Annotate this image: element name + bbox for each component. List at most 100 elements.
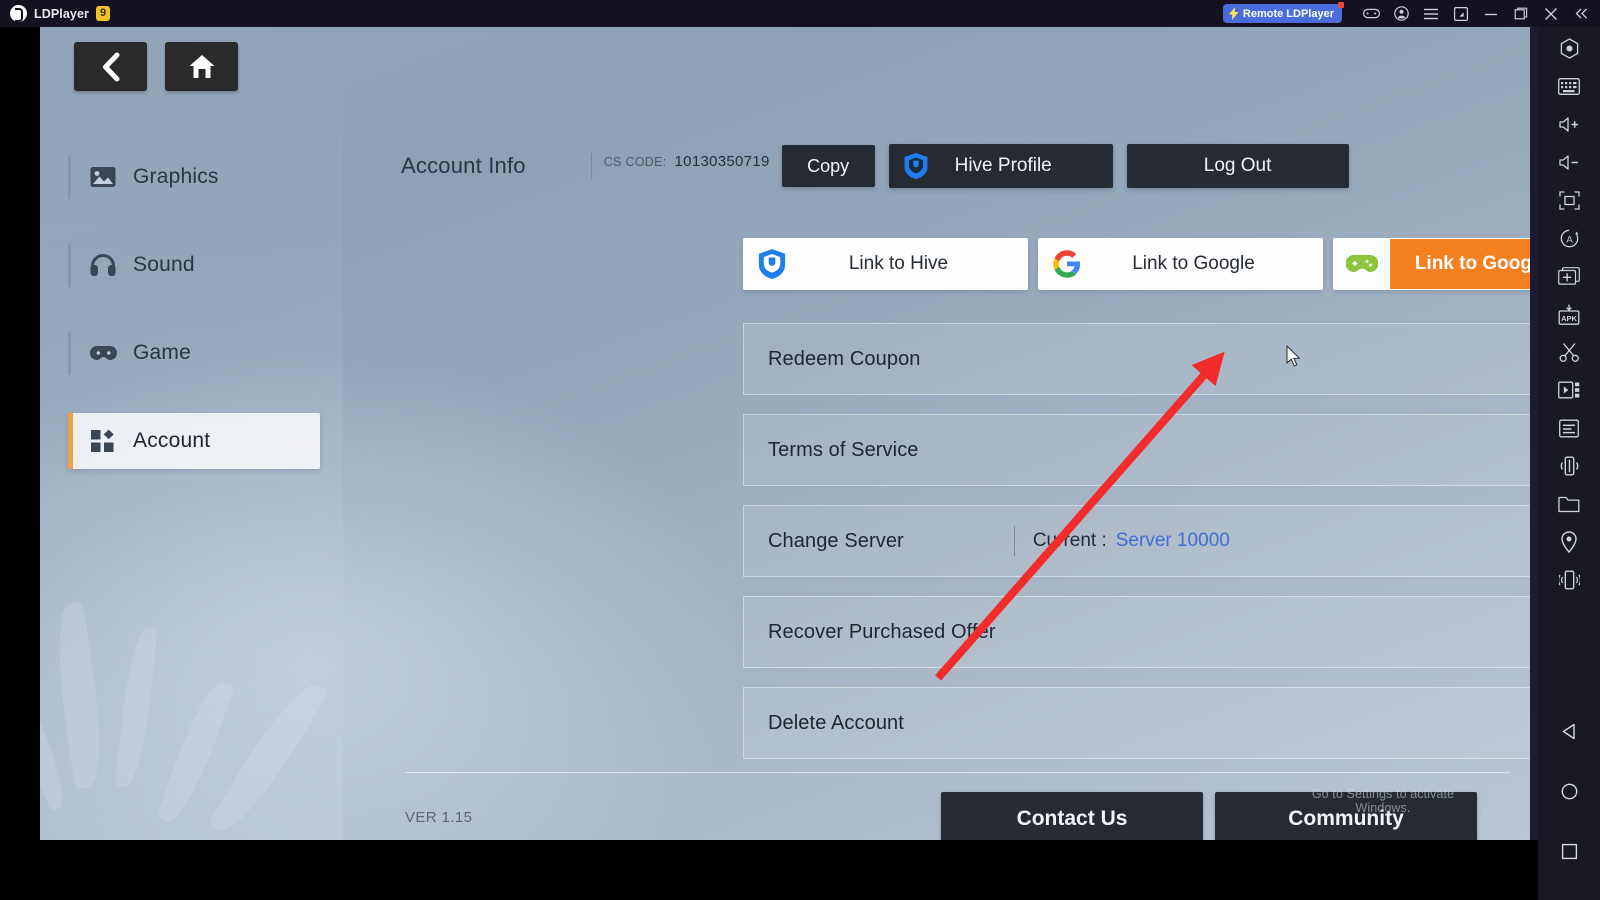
multi-instance-icon[interactable] — [1446, 0, 1476, 27]
current-server-label: Current : — [1032, 530, 1107, 551]
item-indicator — [68, 155, 71, 199]
list-item-recover-purchased-offer[interactable]: Recover Purchased Offer Tap to Go Now — [743, 596, 1530, 668]
lightning-bolt-icon — [1228, 7, 1239, 20]
link-to-google-play-label: Link to Google Play — [1390, 239, 1530, 289]
sidebar-item-game[interactable]: Game — [68, 325, 320, 381]
auto-rotate-icon[interactable]: A — [1550, 221, 1588, 255]
sidebar-item-label: Graphics — [133, 165, 219, 188]
mouse-cursor — [1286, 345, 1301, 367]
cs-code-label: CS CODE: — [603, 155, 667, 169]
link-to-hive-label: Link to Hive — [848, 253, 949, 274]
link-to-hive-button[interactable]: Link to Hive — [743, 238, 1028, 290]
link-accounts-row: Link to Hive Link to Google Link to Goog… — [743, 238, 1530, 290]
link-to-google-label: Link to Google — [1132, 253, 1255, 274]
contact-us-button[interactable]: Contact Us — [941, 792, 1203, 840]
android-back-icon[interactable] — [1550, 714, 1588, 748]
google-play-gamepad-icon — [1334, 252, 1390, 276]
settings-sidebar: Graphics Sound Game Account — [40, 27, 343, 840]
copy-button[interactable]: Copy — [781, 145, 875, 187]
page-title: Account Info — [401, 153, 526, 178]
keyboard-icon[interactable] — [1550, 69, 1588, 103]
back-button[interactable] — [74, 42, 147, 91]
gamepad-icon — [90, 341, 117, 365]
graphics-image-icon — [90, 165, 117, 189]
svg-text:A: A — [1566, 234, 1573, 245]
account-options-list: Redeem Coupon Tap to Go Now Terms of Ser… — [743, 323, 1530, 778]
current-server: Current : Server 10000 — [1013, 526, 1230, 556]
version-label: VER 1.15 — [405, 809, 473, 826]
sidebar-item-account[interactable]: Account — [68, 413, 320, 469]
link-to-google-button[interactable]: Link to Google — [1038, 238, 1323, 290]
apk-install-icon[interactable]: APK — [1550, 297, 1588, 331]
fullscreen-icon[interactable] — [1550, 183, 1588, 217]
emulator-toolbar: A APK — [1538, 27, 1600, 900]
list-item-change-server[interactable]: Change Server Current : Server 10000 Tap… — [743, 505, 1530, 577]
logout-button[interactable]: Log Out — [1126, 144, 1349, 188]
item-indicator-active — [68, 413, 73, 469]
minimize-icon[interactable] — [1476, 0, 1506, 27]
home-button[interactable] — [165, 42, 238, 91]
row-label: Redeem Coupon — [768, 347, 921, 370]
app-title: LDPlayer — [34, 6, 89, 21]
sidebar-item-label: Account — [133, 429, 211, 452]
list-item-delete-account[interactable]: Delete Account Tap to Go Now — [743, 687, 1530, 759]
cs-code: CS CODE: 10130350719 — [590, 153, 770, 179]
svg-text:APK: APK — [1561, 314, 1577, 323]
hive-shield-icon — [744, 248, 800, 280]
gamepad-icon[interactable] — [1356, 0, 1386, 27]
list-item-redeem-coupon[interactable]: Redeem Coupon Tap to Go Now — [743, 323, 1530, 395]
android-home-icon[interactable] — [1550, 774, 1588, 808]
multi-instance-icon[interactable] — [1550, 259, 1588, 293]
account-panel: Account Info CS CODE: 10130350719 Copy H… — [343, 27, 1530, 840]
restore-window-icon[interactable] — [1506, 0, 1536, 27]
list-item-terms-of-service[interactable]: Terms of Service Tap to Go Now — [743, 414, 1530, 486]
cs-code-value: 10130350719 — [674, 153, 770, 170]
hive-profile-button[interactable]: Hive Profile — [888, 144, 1113, 188]
volume-up-icon[interactable] — [1550, 107, 1588, 141]
row-label: Terms of Service — [768, 438, 919, 461]
ldplayer-logo-icon — [10, 5, 27, 22]
user-account-icon[interactable] — [1386, 0, 1416, 27]
vibrate-icon[interactable] — [1550, 563, 1588, 597]
titlebar-brand: LDPlayer 9 — [0, 5, 111, 22]
settings-menu: Graphics Sound Game Account — [68, 149, 320, 501]
virtual-location-icon[interactable] — [1550, 525, 1588, 559]
item-indicator — [68, 243, 71, 287]
file-folder-icon[interactable] — [1550, 487, 1588, 521]
operation-record-icon[interactable] — [1550, 411, 1588, 445]
android-recents-icon[interactable] — [1550, 834, 1588, 868]
volume-down-icon[interactable] — [1550, 145, 1588, 179]
sidebar-item-graphics[interactable]: Graphics — [68, 149, 320, 205]
hive-profile-label: Hive Profile — [954, 155, 1052, 176]
windows-activation-watermark: Go to Settings to activate Windows. — [1311, 787, 1455, 815]
sidebar-nav-buttons — [74, 42, 238, 91]
sidebar-item-sound[interactable]: Sound — [68, 237, 320, 293]
current-server-value: Server 10000 — [1115, 530, 1230, 551]
remote-ldplayer-button[interactable]: Remote LDPlayer — [1222, 2, 1345, 23]
scissors-cut-icon[interactable] — [1550, 335, 1588, 369]
sidebar-gap-strip — [1530, 27, 1538, 840]
account-header: Account Info CS CODE: 10130350719 Copy H… — [401, 135, 1499, 197]
row-label: Recover Purchased Offer — [768, 620, 996, 643]
close-window-icon[interactable] — [1536, 0, 1566, 27]
row-label: Delete Account — [768, 711, 904, 734]
settings-gear-icon[interactable] — [1550, 31, 1588, 65]
android-nav-buttons — [1550, 714, 1588, 900]
video-record-icon[interactable] — [1550, 373, 1588, 407]
account-grid-icon — [90, 429, 117, 453]
footer-divider — [405, 772, 1510, 773]
remote-ldplayer-label: Remote LDPlayer — [1242, 7, 1334, 20]
headphones-icon — [90, 253, 117, 277]
collapse-toolbar-icon[interactable] — [1566, 0, 1596, 27]
sidebar-item-label: Game — [133, 341, 191, 364]
menu-hamburger-icon[interactable] — [1416, 0, 1446, 27]
item-indicator — [68, 331, 71, 375]
row-label: Change Server — [768, 529, 904, 552]
hive-shield-icon — [904, 153, 928, 179]
link-to-google-play-button[interactable]: Link to Google Play — [1333, 238, 1530, 290]
screenshot-root: LDPlayer 9 Remote LDPlayer Graphics Soun… — [0, 0, 1600, 900]
home-icon — [189, 54, 214, 78]
app-version-badge: 9 — [96, 6, 111, 21]
titlebar-controls: Remote LDPlayer — [1222, 0, 1600, 27]
shake-device-icon[interactable] — [1550, 449, 1588, 483]
